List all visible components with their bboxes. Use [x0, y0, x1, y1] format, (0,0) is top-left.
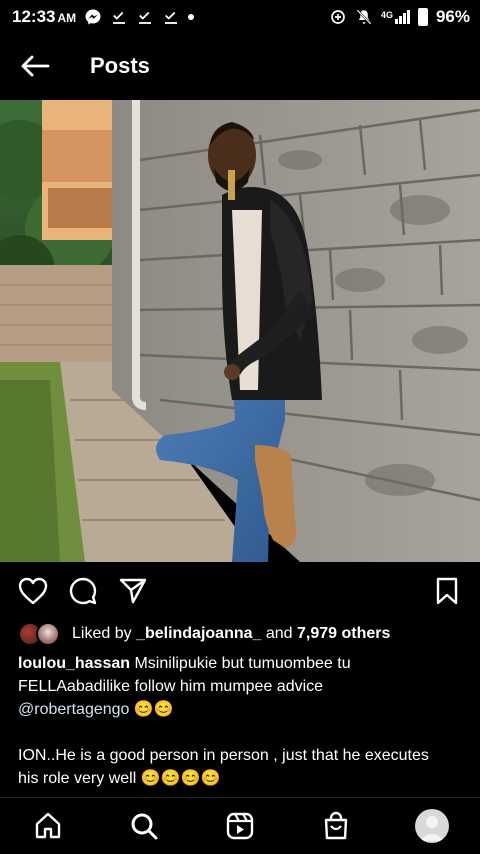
post-caption: loulou_hassan Msinilipukie but tumuombee…: [18, 652, 464, 790]
nav-search[interactable]: [120, 802, 168, 850]
comment-button[interactable]: [66, 574, 100, 608]
notification-dot-icon: [188, 14, 195, 20]
caption-line: FELLAabadilike follow him mumpee advice: [18, 678, 324, 695]
nav-profile[interactable]: [408, 802, 456, 850]
nav-home[interactable]: [24, 802, 72, 850]
status-time: 12:33 AM: [12, 7, 77, 26]
heart-icon: [18, 577, 48, 605]
comment-icon: [69, 577, 97, 605]
status-bar: 12:33 AM 4G 96%: [0, 0, 480, 34]
caption-line: Msinilipukie but tumuombee tu: [130, 655, 351, 672]
nav-shop[interactable]: [312, 802, 360, 850]
messenger-icon: [85, 9, 101, 25]
nav-reels[interactable]: [216, 802, 264, 850]
check-download-icon: [165, 11, 178, 24]
post-photo-illustration: [0, 100, 480, 562]
mute-icon: [356, 9, 372, 25]
check-download-icon: [113, 11, 126, 24]
post-actions: [0, 568, 480, 614]
liker-avatars: [18, 622, 64, 646]
top-bar: Posts: [0, 34, 480, 98]
reels-icon: [226, 812, 254, 840]
like-button[interactable]: [16, 574, 50, 608]
caption-emoji: 😊😊: [129, 701, 174, 718]
caption-username[interactable]: loulou_hassan: [18, 655, 130, 672]
signal-icon: 4G: [381, 10, 410, 24]
liker-username[interactable]: _belindajoanna_: [136, 625, 261, 643]
caption-line: ION..He is a good person in person , jus…: [18, 747, 429, 764]
bottom-nav: [0, 797, 480, 854]
shop-icon: [324, 811, 348, 840]
check-download-icon: [139, 11, 152, 24]
likes-prefix: Liked by: [72, 625, 137, 642]
battery-icon: [417, 8, 428, 26]
likes-summary[interactable]: Liked by _belindajoanna_ and 7,979 other…: [18, 620, 390, 648]
avatar: [36, 622, 60, 646]
search-icon: [131, 813, 158, 840]
share-icon: [119, 578, 147, 604]
likes-count[interactable]: 7,979 others: [297, 625, 390, 643]
share-button[interactable]: [116, 574, 150, 608]
home-icon: [35, 812, 61, 839]
battery-percent: 96%: [435, 7, 470, 26]
back-button[interactable]: [0, 34, 70, 98]
post-image[interactable]: [0, 100, 480, 562]
bookmark-icon: [436, 577, 458, 605]
page-title: Posts: [90, 53, 150, 78]
default-avatar-icon: [420, 816, 444, 841]
caption-mention[interactable]: @robertagengo: [18, 701, 129, 718]
save-button[interactable]: [430, 574, 464, 608]
arrow-left-icon: [21, 55, 50, 77]
caption-line: his role very well 😊😊😊😊: [18, 770, 221, 787]
likes-middle: and: [261, 625, 298, 642]
data-saver-icon: [331, 10, 345, 24]
profile-avatar: [415, 809, 449, 843]
